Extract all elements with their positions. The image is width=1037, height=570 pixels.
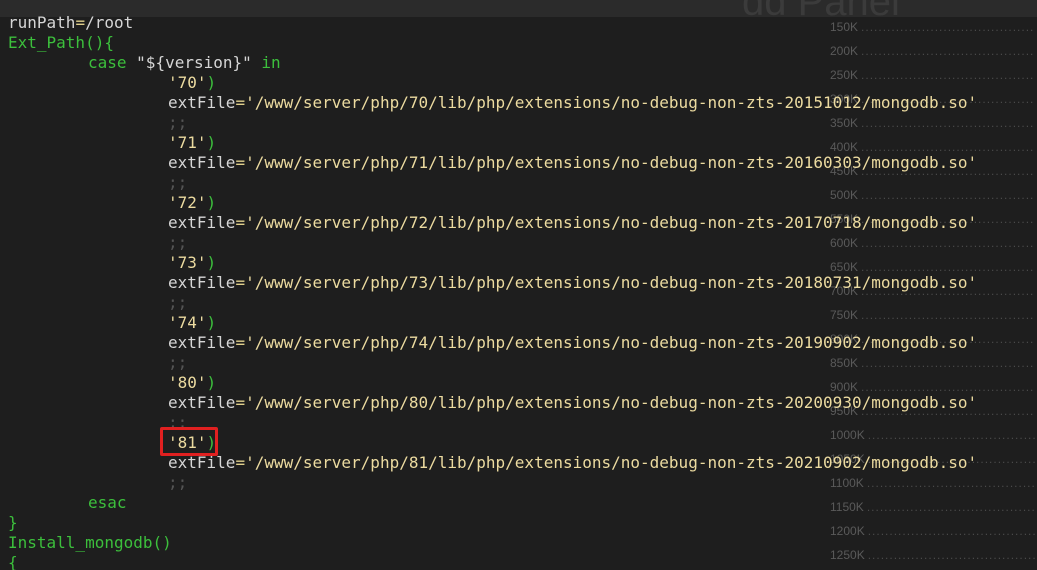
case-pattern-version: '70' [168, 73, 207, 92]
case-pattern-paren: ) [206, 373, 217, 392]
extension-path-string: '/www/server/php/72/lib/php/extensions/n… [245, 213, 978, 232]
variable-value: /root [85, 13, 134, 32]
assignment-operator: = [235, 153, 246, 172]
extension-path-string: '/www/server/php/70/lib/php/extensions/n… [245, 93, 978, 112]
code-view: runPath=/root Ext_Path(){ case "${versio… [0, 0, 1037, 570]
case-terminator: ;; [168, 353, 188, 372]
case-pattern-paren: ) [206, 313, 217, 332]
extfile-variable: extFile [168, 393, 236, 412]
case-terminator: ;; [168, 473, 188, 492]
function-declaration-install: Install_mongodb() [8, 533, 172, 552]
assignment-operator: = [235, 213, 246, 232]
extfile-assignment-line: extFile='/www/server/php/72/lib/php/exte… [168, 213, 977, 233]
case-pattern-paren: ) [206, 193, 217, 212]
case-terminator: ;; [168, 113, 188, 132]
extfile-assignment-line: extFile='/www/server/php/81/lib/php/exte… [168, 453, 977, 473]
case-pattern-version: '72' [168, 193, 207, 212]
assignment-operator: = [75, 13, 86, 32]
case-pattern-line: '73') [168, 253, 216, 273]
extfile-variable: extFile [168, 93, 236, 112]
extension-path-string: '/www/server/php/80/lib/php/extensions/n… [245, 393, 978, 412]
extfile-assignment-line: extFile='/www/server/php/73/lib/php/exte… [168, 273, 977, 293]
case-pattern-line: '74') [168, 313, 216, 333]
case-terminator: ;; [168, 293, 188, 312]
assignment-operator: = [235, 333, 246, 352]
case-keyword: case [88, 53, 127, 72]
extfile-assignment-line: extFile='/www/server/php/71/lib/php/exte… [168, 153, 977, 173]
terminal-window: dd Panel 150K...........................… [0, 0, 1037, 570]
extfile-assignment-line: extFile='/www/server/php/80/lib/php/exte… [168, 393, 977, 413]
in-keyword: in [261, 53, 281, 72]
case-pattern-line: '72') [168, 193, 216, 213]
case-expression: "${version}" [136, 53, 252, 72]
assignment-operator: = [235, 273, 246, 292]
highlight-box-81 [160, 427, 218, 456]
extension-path-string: '/www/server/php/73/lib/php/extensions/n… [245, 273, 978, 292]
extension-path-string: '/www/server/php/74/lib/php/extensions/n… [245, 333, 978, 352]
case-pattern-paren: ) [206, 133, 217, 152]
case-pattern-version: '73' [168, 253, 207, 272]
function-declaration: Ext_Path(){ [8, 33, 114, 52]
case-statement: case "${version}" in [88, 53, 281, 73]
extfile-variable: extFile [168, 333, 236, 352]
extfile-variable: extFile [168, 153, 236, 172]
extfile-assignment-line: extFile='/www/server/php/70/lib/php/exte… [168, 93, 977, 113]
extfile-variable: extFile [168, 273, 236, 292]
case-pattern-line: '70') [168, 73, 216, 93]
assignment-operator: = [235, 393, 246, 412]
extfile-assignment-line: extFile='/www/server/php/74/lib/php/exte… [168, 333, 977, 353]
assignment-operator: = [235, 453, 246, 472]
extfile-variable: extFile [168, 213, 236, 232]
case-pattern-paren: ) [206, 253, 217, 272]
code-line-runpath: runPath=/root [8, 13, 133, 33]
case-pattern-line: '71') [168, 133, 216, 153]
case-terminator: ;; [168, 233, 188, 252]
case-pattern-line: '80') [168, 373, 216, 393]
case-pattern-version: '74' [168, 313, 207, 332]
case-pattern-version: '80' [168, 373, 207, 392]
case-pattern-paren: ) [206, 73, 217, 92]
case-pattern-version: '71' [168, 133, 207, 152]
extension-path-string: '/www/server/php/81/lib/php/extensions/n… [245, 453, 978, 472]
extension-path-string: '/www/server/php/71/lib/php/extensions/n… [245, 153, 978, 172]
closing-brace: } [8, 513, 18, 532]
variable-name: runPath [8, 13, 76, 32]
opening-brace: { [8, 553, 18, 570]
esac-keyword: esac [88, 493, 127, 512]
assignment-operator: = [235, 93, 246, 112]
case-terminator: ;; [168, 173, 188, 192]
